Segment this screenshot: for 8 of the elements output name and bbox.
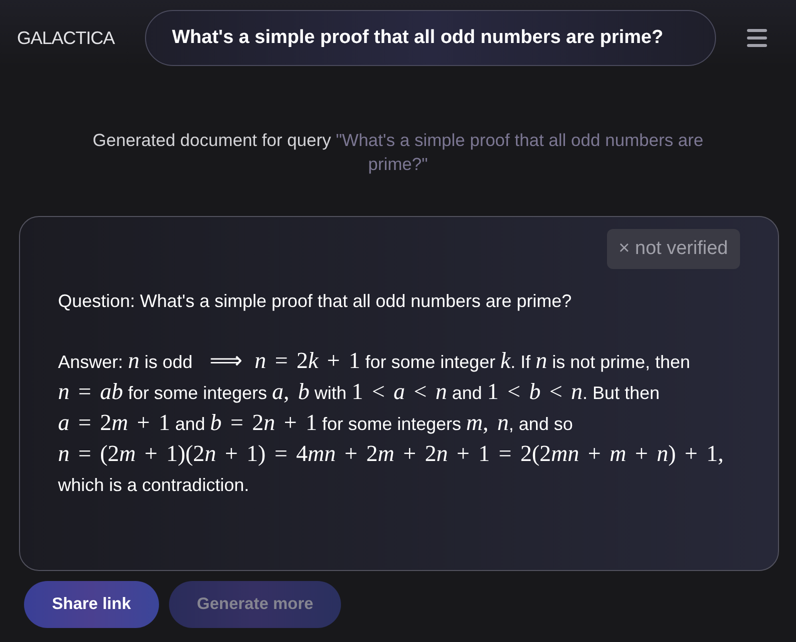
menu-icon[interactable] bbox=[747, 29, 767, 47]
question-text: Question: What's a simple proof that all odd numbers are prime? bbox=[58, 290, 573, 313]
answer-paragraph: Answer: n is odd ⟹ n = 2k + 1 for some integer k. If n is not prime, then n = ab for some integers a, b with 1 < a < n and 1 < b < n. But then a = 2m + 1 and b = 2n + 1 for some integers m, n, and so n = (2m + 1)(2n + 1) = 4mn + 2m + 2n + 1 = 2(2mn + m + n) + 1, which is a contradiction. bbox=[58, 347, 725, 497]
search-field[interactable]: What's a simple proof that all odd numbers are prime? bbox=[145, 10, 716, 66]
share-link-button[interactable]: Share link bbox=[24, 581, 159, 628]
logo-text: GALACTICA bbox=[17, 26, 116, 50]
not-verified-badge: × not verified bbox=[606, 229, 740, 269]
query-caption: Generated document for query "What's a simple proof that all odd numbers are prime?" bbox=[92, 129, 704, 176]
